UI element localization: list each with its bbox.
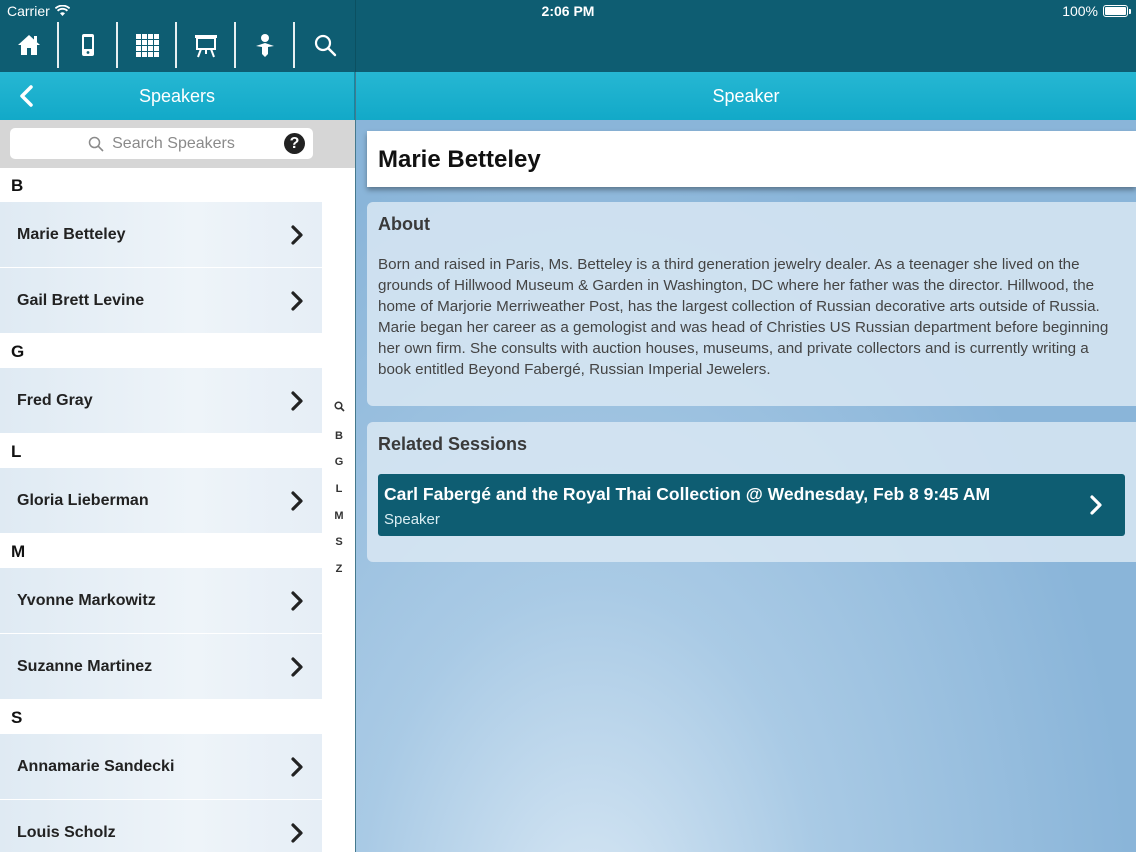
speaker-name: Fred Gray [17,391,93,409]
home-icon [17,35,40,55]
main-toolbar [0,22,356,72]
home-button[interactable] [0,22,59,68]
speaker-list: B Marie Betteley Gail Brett Levine G Fre… [0,168,355,852]
related-sessions-card: Related Sessions Carl Fabergé and the Ro… [367,422,1136,562]
chevron-right-icon [291,823,303,843]
chevron-right-icon [291,591,303,611]
list-item[interactable]: Suzanne Martinez [0,634,322,700]
status-time: 2:06 PM [541,3,595,19]
status-bar: Carrier 2:06 PM 100% [0,0,1136,22]
search-bar: Search Speakers ? [0,120,355,168]
about-text: Born and raised in Paris, Ms. Betteley i… [378,256,1109,378]
speaker-header: Speaker [356,72,1136,120]
section-header-s: S [0,700,355,734]
section-header-l: L [0,434,355,468]
section-header-m: M [0,534,355,568]
chevron-right-icon [1090,495,1102,515]
person-icon [255,34,274,57]
chevron-right-icon [291,291,303,311]
speaker-button[interactable] [236,22,295,68]
speaker-name: Marie Betteley [17,225,126,243]
battery-icon [1103,5,1131,17]
speaker-title: Speaker [712,85,780,106]
section-header-b: B [0,168,355,202]
battery-percent: 100% [1062,3,1098,19]
search-input[interactable]: Search Speakers ? [10,128,313,159]
phone-icon [81,34,94,56]
chevron-right-icon [291,757,303,777]
speakers-title: Speakers [138,85,216,106]
related-sessions-heading: Related Sessions [378,434,528,454]
speaker-name: Annamarie Sandecki [17,757,175,775]
session-title: Carl Fabergé and the Royal Thai Collecti… [384,484,991,504]
speaker-name: Gloria Lieberman [17,491,149,509]
grid-icon [135,34,159,57]
magnifier-icon [88,136,104,152]
chevron-right-icon [291,391,303,411]
list-item[interactable]: Gail Brett Levine [0,268,322,334]
phone-button[interactable] [59,22,118,68]
index-letter[interactable]: L [326,476,352,503]
chevron-right-icon [291,491,303,511]
index-letter[interactable]: S [326,529,352,556]
list-item[interactable]: Marie Betteley [0,202,322,268]
index-magnifier-icon [333,401,345,412]
speaker-name: Suzanne Martinez [17,657,153,675]
list-item[interactable]: Gloria Lieberman [0,468,322,534]
chevron-right-icon [291,225,303,245]
about-card: About Born and raised in Paris, Ms. Bett… [367,202,1136,406]
index-letter[interactable]: B [326,423,352,450]
speaker-list-panel: Search Speakers ? B Marie Betteley Gail … [0,120,355,852]
search-button[interactable] [295,22,354,68]
speaker-detail-panel: Marie Betteley About Born and raised in … [356,120,1136,852]
speakers-header: Speakers [0,72,355,120]
session-role: Speaker [384,511,440,528]
chevron-right-icon [291,657,303,677]
back-chevron-icon[interactable] [16,84,38,108]
presentation-button[interactable] [177,22,236,68]
speaker-name: Yvonne Markowitz [17,591,156,609]
section-header-g: G [0,334,355,368]
alphabet-index[interactable]: B G L M S Z [326,396,352,583]
list-item[interactable]: Fred Gray [0,368,322,434]
about-heading: About [378,214,430,234]
index-letter[interactable]: M [326,503,352,530]
index-letter[interactable]: G [326,449,352,476]
help-icon[interactable]: ? [284,133,305,154]
list-item[interactable]: Louis Scholz [0,800,322,852]
list-item[interactable]: Annamarie Sandecki [0,734,322,800]
search-placeholder: Search Speakers [112,134,235,152]
session-item[interactable]: Carl Fabergé and the Royal Thai Collecti… [378,474,1125,536]
speaker-name-title: Marie Betteley [367,131,1136,187]
index-letter[interactable]: Z [326,556,352,583]
easel-icon [194,35,217,58]
list-item[interactable]: Yvonne Markowitz [0,568,322,634]
grid-button[interactable] [118,22,177,68]
speaker-name: Louis Scholz [17,823,116,841]
index-search-icon[interactable] [326,396,352,423]
speaker-name: Gail Brett Levine [17,291,145,309]
top-bar: Carrier 2:06 PM 100% [0,0,1136,72]
search-icon [314,34,336,57]
